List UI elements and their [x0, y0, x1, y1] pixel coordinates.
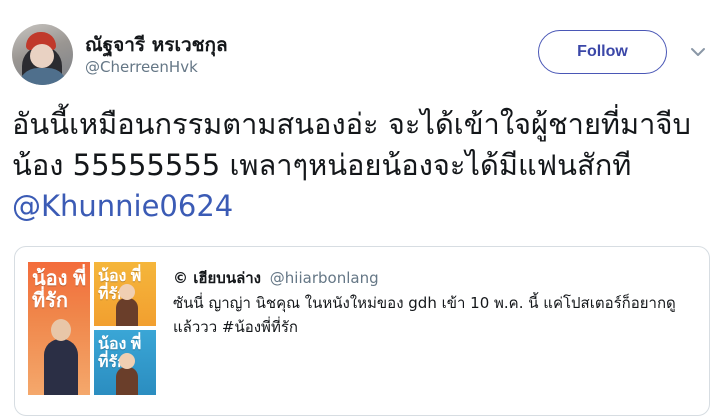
poster-title: น้อง พี่ ที่รัก [32, 268, 87, 312]
quoted-author[interactable]: © เฮียบนล่าง @hiiarbonlang [173, 266, 379, 290]
tweet-text: อันนี้เหมือนกรรมตามสนองอ่ะ จะได้เข้าใจผู… [12, 104, 712, 227]
avatar[interactable] [12, 24, 73, 85]
author-handle[interactable]: @CherreenHvk [85, 58, 198, 76]
movie-poster-image: น้อง พี่ ที่รัก [28, 262, 90, 395]
chevron-down-icon[interactable] [690, 44, 706, 60]
quoted-display-name: © เฮียบนล่าง [173, 269, 262, 287]
quoted-handle: @hiiarbonlang [269, 269, 379, 287]
quoted-tweet-card[interactable]: น้อง พี่ ที่รัก น้อง พี่ ที่รัก น้อง พี่… [14, 246, 710, 416]
author-display-name[interactable]: ณัฐจารี หรเวชกุล [85, 30, 228, 60]
tweet: ณัฐจารี หรเวชกุล @CherreenHvk Follow อัน… [0, 0, 718, 416]
follow-button[interactable]: Follow [538, 30, 667, 74]
tweet-body: อันนี้เหมือนกรรมตามสนองอ่ะ จะได้เข้าใจผู… [12, 107, 691, 182]
movie-poster-image: น้อง พี่ ที่รัก [94, 262, 156, 326]
quoted-tweet-text: ซันนี่ ญาญ่า นิชคุณ ในหนังใหม่ของ gdh เข… [173, 294, 676, 336]
movie-poster-image: น้อง พี่ ที่รัก [94, 330, 156, 395]
mention-link[interactable]: @Khunnie0624 [12, 189, 233, 223]
